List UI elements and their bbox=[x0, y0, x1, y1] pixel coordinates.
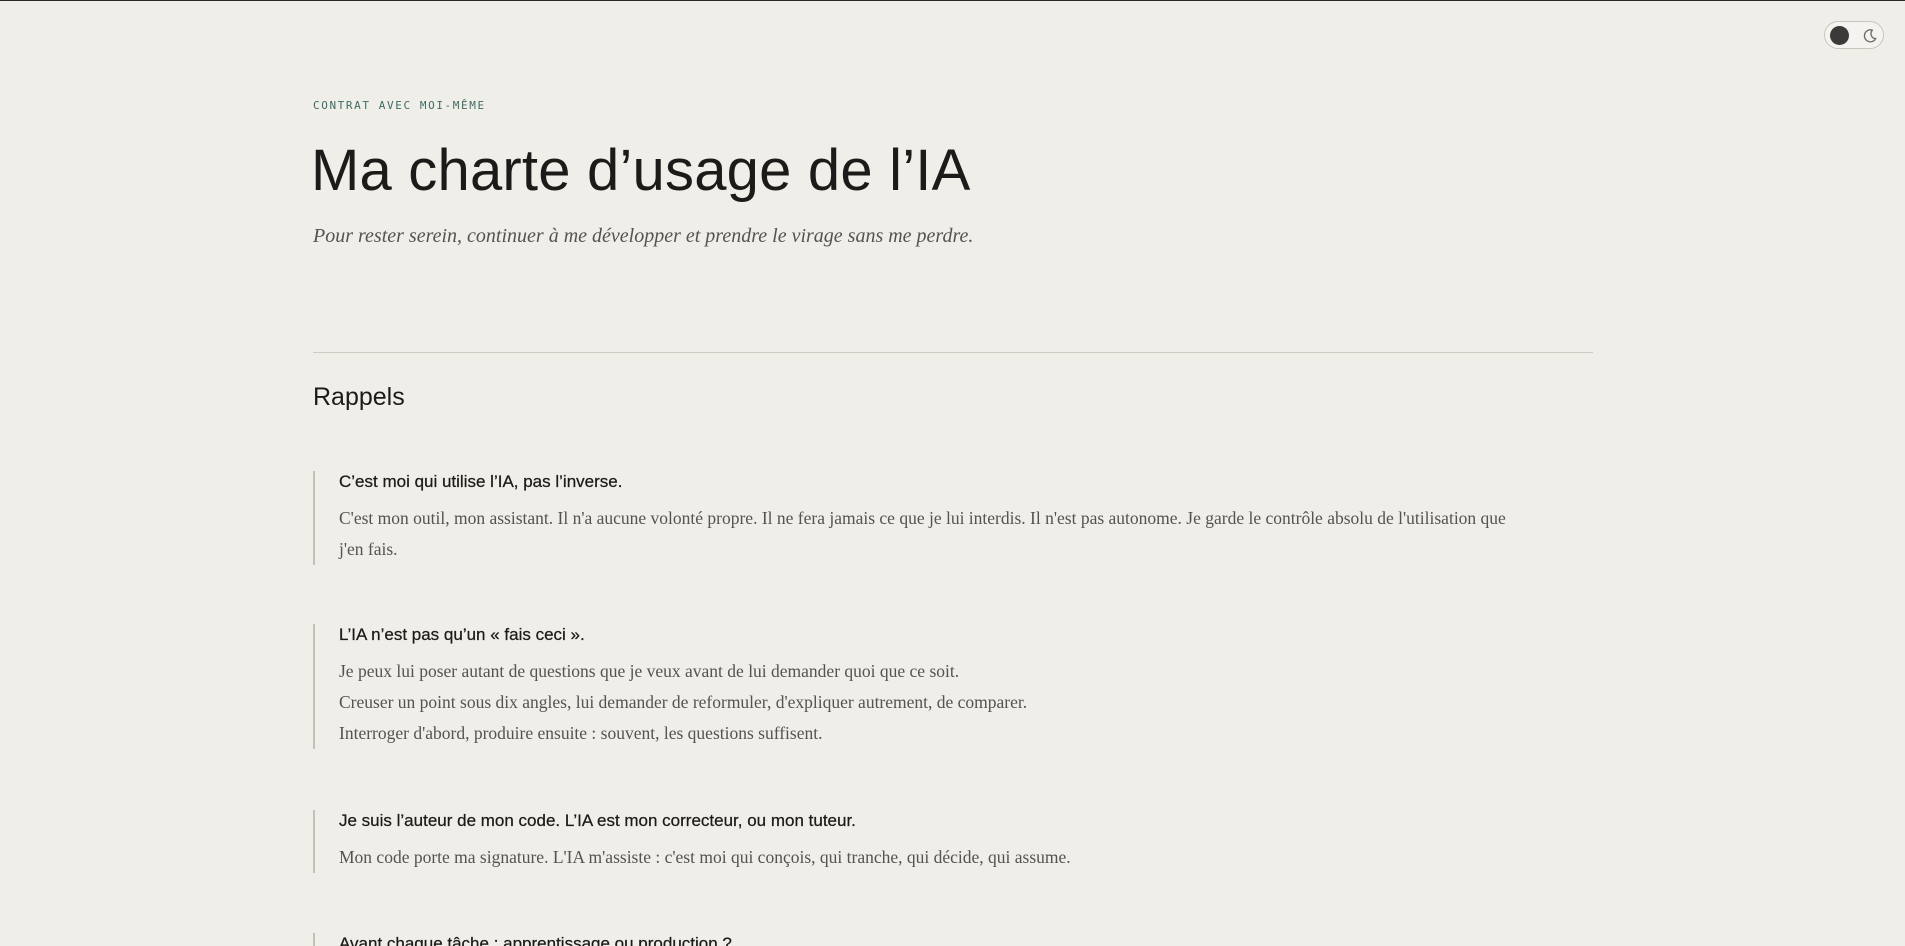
rule-text: Je peux lui poser autant de questions qu… bbox=[339, 661, 960, 681]
rule-block: C’est moi qui utilise l’IA, pas l’invers… bbox=[313, 471, 1513, 565]
rule-block: Je suis l’auteur de mon code. L’IA est m… bbox=[313, 810, 1513, 873]
rule-text: Mon code porte ma signature. L'IA m'assi… bbox=[339, 847, 1071, 867]
rule-body: Je peux lui poser autant de questions qu… bbox=[339, 656, 1513, 749]
rule-text: C'est mon outil, mon assistant. Il n'a a… bbox=[339, 508, 1506, 559]
rule-block: Avant chaque tâche : apprentissage ou pr… bbox=[313, 933, 1513, 946]
rule-body: Mon code porte ma signature. L'IA m'assi… bbox=[339, 842, 1513, 873]
rule-text: Creuser un point sous dix angles, lui de… bbox=[339, 692, 1028, 712]
eyebrow-label: CONTRAT AVEC MOI-MÊME bbox=[313, 99, 486, 112]
theme-toggle[interactable] bbox=[1824, 21, 1884, 49]
rule-title: C’est moi qui utilise l’IA, pas l’invers… bbox=[339, 472, 623, 491]
rule-title: Avant chaque tâche : apprentissage ou pr… bbox=[339, 934, 732, 946]
page-subtitle: Pour rester serein, continuer à me dével… bbox=[313, 225, 974, 247]
rule-title: L’IA n’est pas qu’un « fais ceci ». bbox=[339, 625, 585, 644]
toggle-knob bbox=[1830, 26, 1849, 45]
rule-text: Interroger d'abord, produire ensuite : s… bbox=[339, 723, 823, 743]
page-title: Ma charte d’usage de l’IA bbox=[311, 138, 971, 203]
rule-body: C'est mon outil, mon assistant. Il n'a a… bbox=[339, 503, 1513, 565]
section-title: Rappels bbox=[313, 383, 405, 411]
section-divider bbox=[313, 352, 1593, 353]
rule-title: Je suis l’auteur de mon code. L’IA est m… bbox=[339, 811, 856, 830]
moon-icon bbox=[1863, 29, 1877, 43]
rule-block: L’IA n’est pas qu’un « fais ceci ». Je p… bbox=[313, 624, 1513, 749]
